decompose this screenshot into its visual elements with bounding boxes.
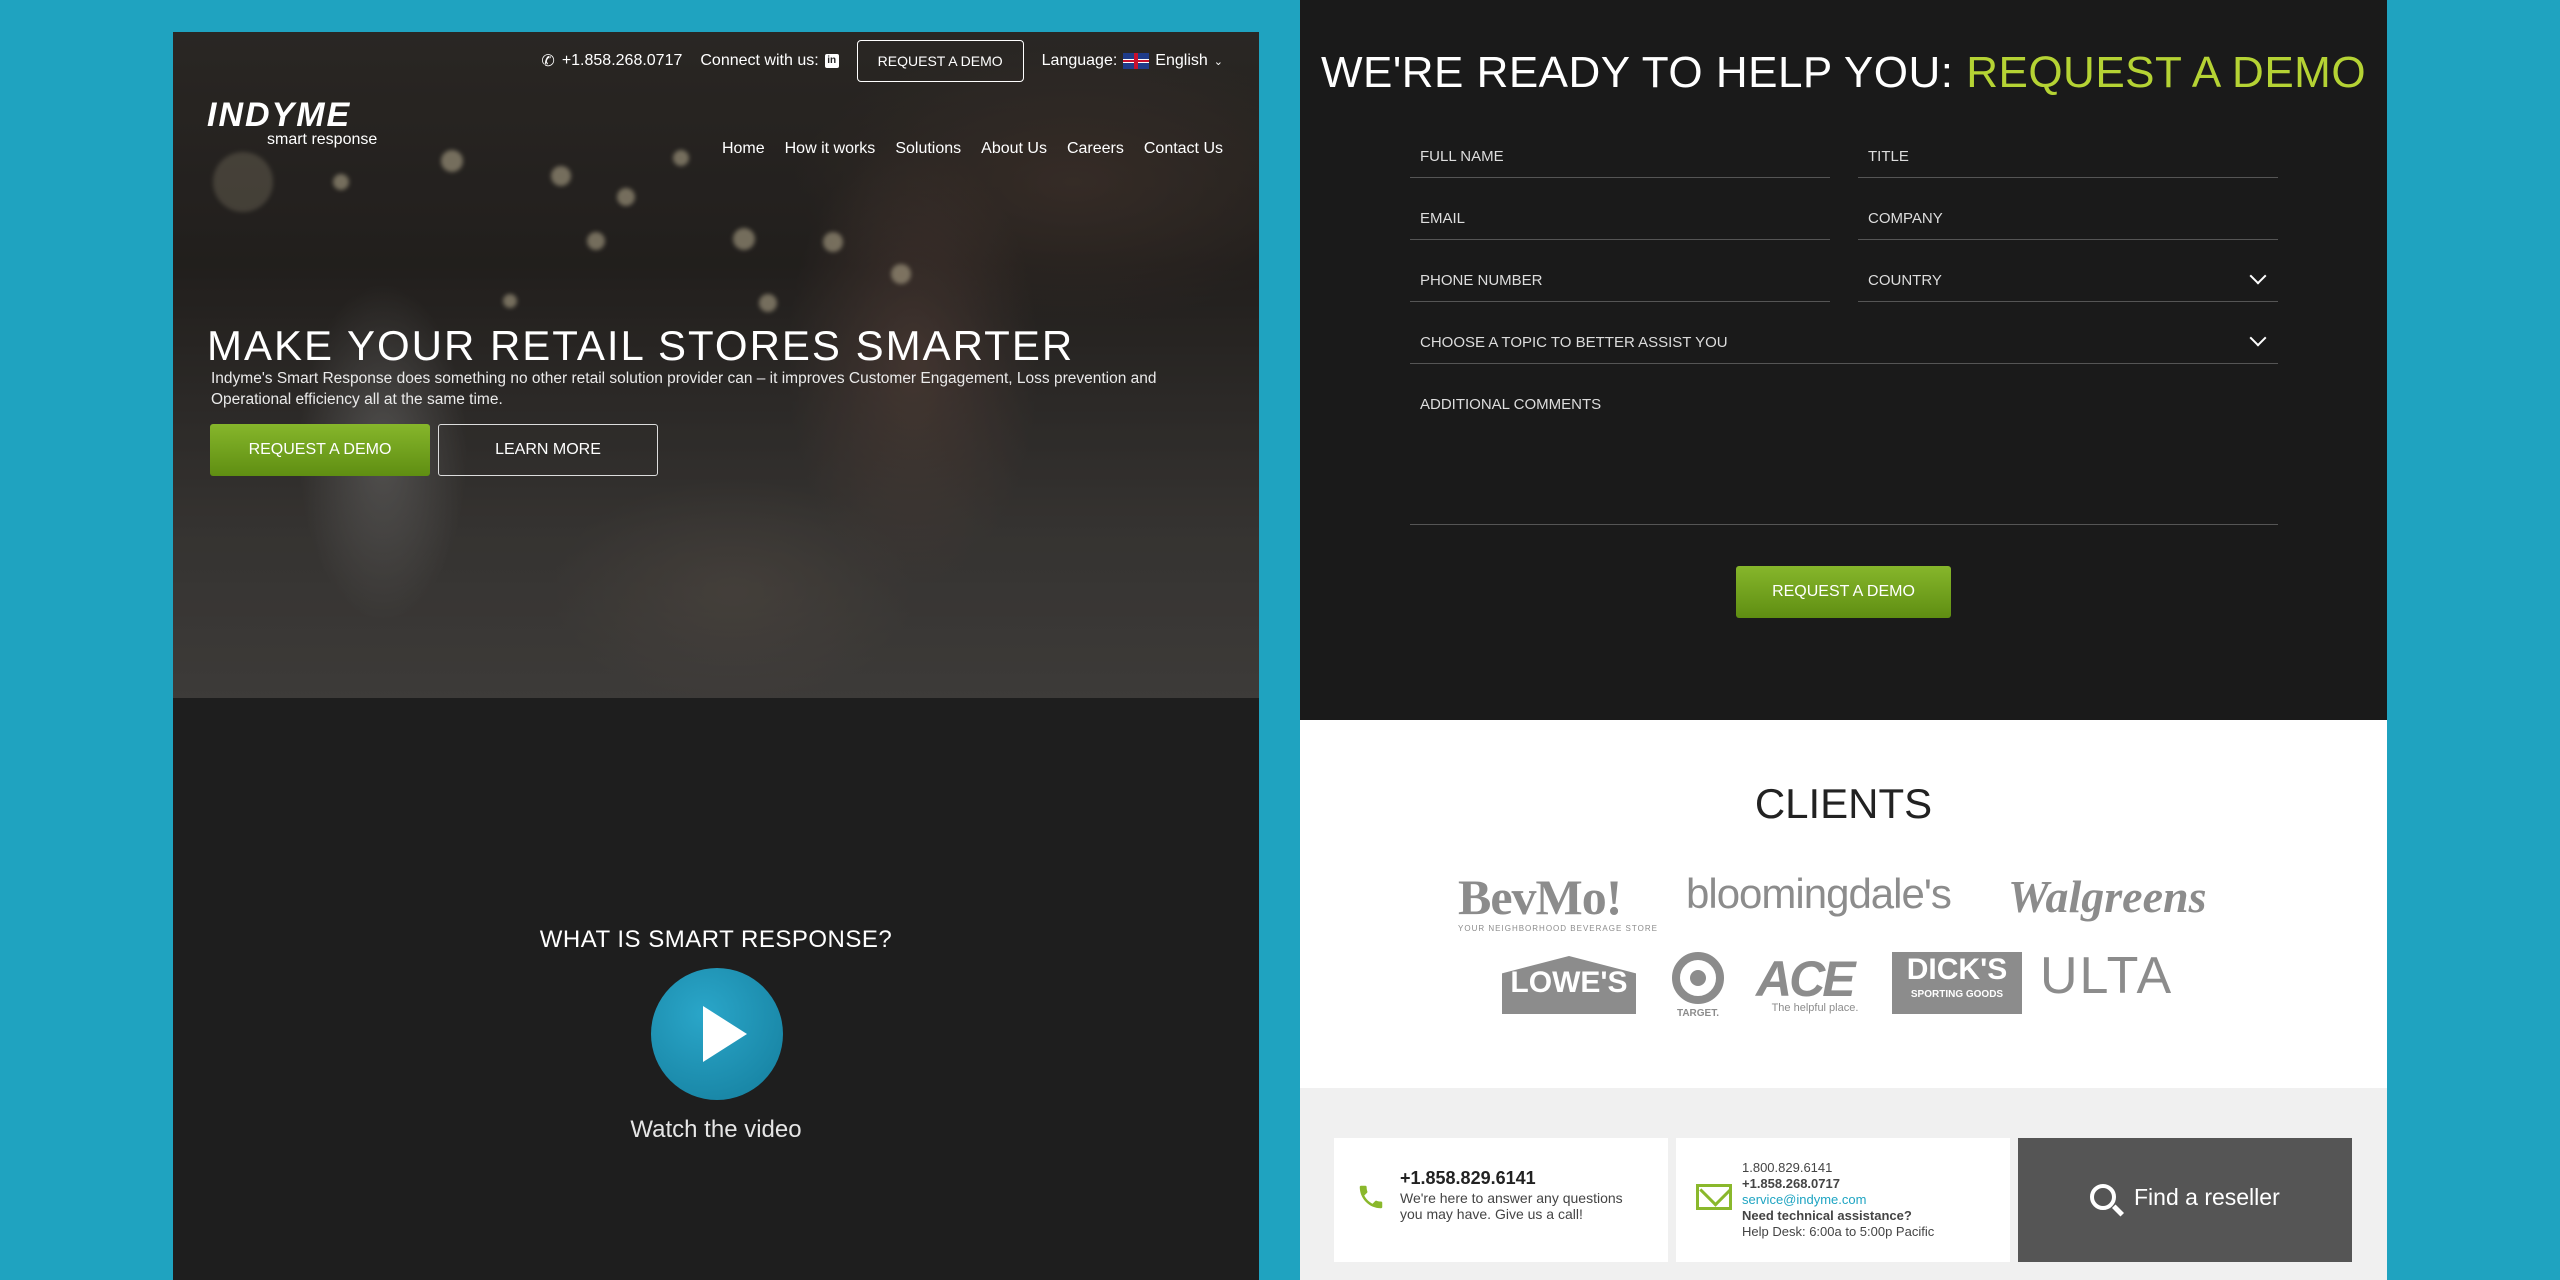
- language-label: Language:: [1041, 52, 1118, 69]
- ace-logo-tagline: The helpful place.: [1771, 1002, 1859, 1014]
- target-logo-label: TARGET.: [1676, 1008, 1720, 1019]
- learn-more-button[interactable]: LEARN MORE: [438, 424, 658, 476]
- video-section: WHAT IS SMART RESPONSE? Watch the video: [173, 698, 1259, 1280]
- hero-description: Indyme's Smart Response does something n…: [211, 370, 1157, 408]
- full-name-placeholder: FULL NAME: [1420, 148, 1504, 165]
- support-email-link[interactable]: service@indyme.com: [1742, 1192, 1934, 1208]
- company-field[interactable]: COMPANY: [1858, 202, 2278, 240]
- dicks-logo-sub: SPORTING GOODS: [1910, 989, 2004, 1000]
- support-question: Need technical assistance?: [1742, 1208, 1912, 1223]
- bloomingdales-logo: bloomingdale's: [1686, 870, 1952, 917]
- search-icon: [2090, 1184, 2116, 1210]
- walgreens-logo: Walgreens: [2008, 871, 2207, 922]
- support-phone-2: +1.858.268.0717: [1742, 1176, 1840, 1191]
- nav-item-about-us[interactable]: About Us: [981, 140, 1047, 158]
- nav-item-solutions[interactable]: Solutions: [895, 140, 961, 158]
- header-request-demo-button[interactable]: REQUEST A DEMO: [856, 40, 1024, 82]
- linkedin-icon[interactable]: in: [824, 54, 839, 68]
- support-card[interactable]: 1.800.829.6141 +1.858.268.0717 service@i…: [1676, 1138, 2010, 1262]
- header-phone-number: +1.858.268.0717: [561, 52, 683, 69]
- mail-icon: [1696, 1184, 1732, 1210]
- target-logo: TARGET.: [1668, 952, 1728, 1022]
- country-select[interactable]: COUNTRY: [1858, 264, 2278, 302]
- title-placeholder: TITLE: [1868, 148, 1909, 165]
- nav-item-home[interactable]: Home: [722, 140, 765, 158]
- form-title-main: WE'RE READY TO HELP YOU:: [1320, 48, 1967, 97]
- indyme-logo[interactable]: INDYME smart response: [207, 96, 377, 149]
- email-field[interactable]: EMAIL: [1410, 202, 1830, 240]
- find-reseller-button[interactable]: Find a reseller: [2018, 1138, 2352, 1262]
- hero-request-demo-button[interactable]: REQUEST A DEMO: [210, 424, 430, 476]
- target-bullseye-icon: [1672, 952, 1724, 1004]
- chevron-down-icon: [2249, 329, 2267, 347]
- form-title-accent: REQUEST A DEMO: [1966, 48, 2367, 97]
- full-name-field[interactable]: FULL NAME: [1410, 140, 1830, 178]
- main-nav: Home How it works Solutions About Us Car…: [722, 140, 1223, 158]
- ulta-logo: ULTA: [2040, 947, 2174, 1005]
- video-title: WHAT IS SMART RESPONSE?: [539, 926, 893, 953]
- demo-form-section: WE'RE READY TO HELP YOU: REQUEST A DEMO …: [1300, 0, 2387, 720]
- call-us-text: We're here to answer any questions you m…: [1400, 1190, 1623, 1222]
- hero-title: MAKE YOUR RETAIL STORES SMARTER: [207, 322, 1075, 369]
- topic-placeholder: CHOOSE A TOPIC TO BETTER ASSIST YOU: [1420, 334, 1728, 351]
- sales-phone-number: +1.858.829.6141: [1400, 1168, 1536, 1188]
- dicks-logo: DICK'S SPORTING GOODS: [1892, 952, 2022, 1014]
- uk-flag-icon: [1123, 53, 1150, 69]
- contact-strip: +1.858.829.6141 We're here to answer any…: [1300, 1088, 2387, 1280]
- dicks-logo-name: DICK'S: [1906, 953, 2008, 986]
- connect-with-us: Connect with us: in: [700, 52, 839, 70]
- hero-section: ✆ +1.858.268.0717 Connect with us: in RE…: [173, 32, 1259, 698]
- support-phone-1: 1.800.829.6141: [1742, 1160, 1833, 1175]
- header-phone[interactable]: ✆ +1.858.268.0717: [541, 51, 682, 71]
- play-icon[interactable]: [651, 968, 783, 1100]
- find-reseller-label: Find a reseller: [2134, 1184, 2280, 1210]
- topic-select[interactable]: CHOOSE A TOPIC TO BETTER ASSIST YOU: [1410, 326, 2278, 364]
- clients-title: CLIENTS: [1754, 780, 1933, 827]
- form-title: WE'RE READY TO HELP YOU: REQUEST A DEMO: [1300, 48, 2387, 98]
- call-us-card[interactable]: +1.858.829.6141 We're here to answer any…: [1334, 1138, 1668, 1262]
- company-placeholder: COMPANY: [1868, 210, 1943, 227]
- email-placeholder: EMAIL: [1420, 210, 1466, 227]
- logo-tagline: smart response: [267, 131, 378, 148]
- comments-textarea[interactable]: ADDITIONAL COMMENTS: [1410, 388, 2278, 525]
- nav-item-contact-us[interactable]: Contact Us: [1144, 140, 1223, 158]
- homepage-panel: ✆ +1.858.268.0717 Connect with us: in RE…: [173, 32, 1259, 1280]
- nav-item-how-it-works[interactable]: How it works: [785, 140, 876, 158]
- phone-placeholder: PHONE NUMBER: [1420, 272, 1543, 289]
- bevmo-logo-tagline: YOUR NEIGHBORHOOD BEVERAGE STORE: [1458, 924, 1658, 933]
- logo-wordmark: INDYME: [207, 96, 352, 134]
- nav-item-careers[interactable]: Careers: [1067, 140, 1124, 158]
- chevron-down-icon: [2249, 267, 2267, 285]
- phone-icon: ✆: [541, 53, 555, 70]
- connect-label: Connect with us:: [700, 52, 819, 69]
- phone-icon: [1359, 1185, 1383, 1209]
- ace-logo: ACE: [1756, 951, 1856, 1007]
- title-field[interactable]: TITLE: [1858, 140, 2278, 178]
- phone-number-field[interactable]: PHONE NUMBER: [1410, 264, 1830, 302]
- watch-video-caption[interactable]: Watch the video: [173, 1116, 1259, 1144]
- lowes-logo: LOWE'S: [1502, 956, 1636, 1014]
- demo-panel: WE'RE READY TO HELP YOU: REQUEST A DEMO …: [1300, 0, 2387, 1280]
- comments-placeholder: ADDITIONAL COMMENTS: [1420, 396, 1602, 413]
- clients-section: CLIENTS BevMo! YOUR NEIGHBORHOOD BEVERAG…: [1300, 720, 2387, 1088]
- country-placeholder: COUNTRY: [1868, 272, 1942, 289]
- form-request-demo-button[interactable]: REQUEST A DEMO: [1736, 566, 1951, 618]
- bevmo-logo: BevMo!: [1458, 869, 1622, 925]
- support-hours: Help Desk: 6:00a to 5:00p Pacific: [1742, 1224, 1935, 1239]
- top-bar: ✆ +1.858.268.0717 Connect with us: in RE…: [541, 38, 1223, 84]
- chevron-down-icon: ⌄: [1213, 55, 1223, 68]
- language-value: English: [1155, 52, 1208, 69]
- language-selector[interactable]: Language: English ⌄: [1042, 52, 1223, 70]
